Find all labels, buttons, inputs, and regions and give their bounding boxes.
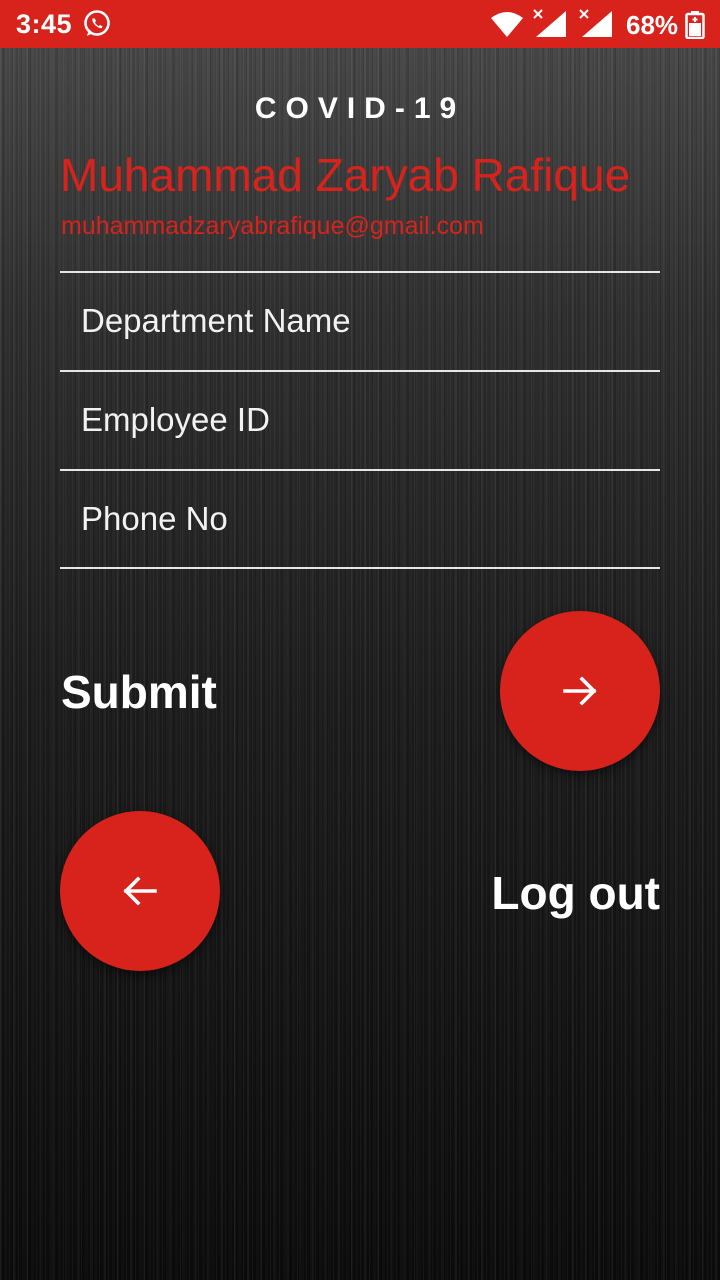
arrow-left-icon <box>123 876 157 906</box>
employee-id-input[interactable] <box>60 372 660 468</box>
status-time: 3:45 <box>16 9 73 39</box>
battery-percentage: 68% <box>626 10 679 40</box>
whatsapp-icon <box>84 10 110 36</box>
phone-field-container <box>60 469 660 569</box>
wifi-icon <box>491 12 523 37</box>
status-bar: 3:45 68% <box>0 0 720 48</box>
signal-icon <box>579 9 612 37</box>
department-field-container <box>60 271 660 369</box>
employee-id-field-container <box>60 370 660 468</box>
signal-icon <box>533 9 566 37</box>
battery-icon <box>685 11 705 39</box>
logout-label: Log out <box>491 867 660 919</box>
department-name-input[interactable] <box>60 273 660 369</box>
phone-no-input[interactable] <box>60 471 660 567</box>
user-name: Muhammad Zaryab Rafique <box>60 149 631 201</box>
logout-button[interactable] <box>60 811 220 971</box>
arrow-right-icon <box>563 676 597 706</box>
user-email: muhammadzaryabrafique@gmail.com <box>61 212 484 240</box>
submit-label: Submit <box>61 666 217 718</box>
app-title: COVID-19 <box>254 92 466 125</box>
submit-button[interactable] <box>500 611 660 771</box>
